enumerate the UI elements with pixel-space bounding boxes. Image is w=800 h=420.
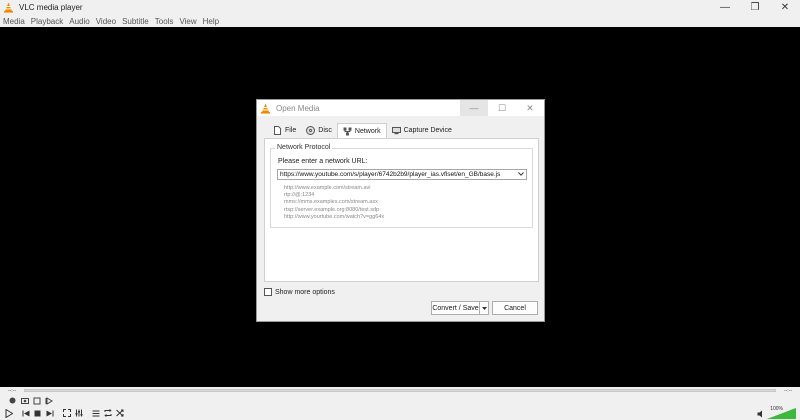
dialog-minimize-button[interactable]: — — [460, 100, 488, 116]
network-tab-panel: Network Protocol Please enter a network … — [264, 138, 539, 282]
window-titlebar: VLC media player — ❐ ✕ — [0, 0, 800, 15]
cancel-button[interactable]: Cancel — [492, 301, 538, 315]
fullscreen-button[interactable] — [61, 408, 72, 419]
show-more-options-label[interactable]: Show more options — [275, 289, 335, 296]
convert-save-button[interactable]: Convert / Save — [431, 301, 489, 315]
tab-network[interactable]: Network — [336, 123, 387, 139]
menu-audio[interactable]: Audio — [69, 17, 89, 26]
stop-button[interactable] — [32, 408, 43, 419]
url-label: Please enter a network URL: — [278, 158, 368, 165]
loop-button[interactable] — [102, 408, 113, 419]
record-icon — [9, 397, 16, 404]
play-icon — [5, 408, 13, 418]
frame-by-frame-button[interactable] — [43, 395, 54, 406]
url-example: http://www.yourtube.com/watch?v=gg64x — [284, 213, 385, 220]
chevron-down-icon[interactable] — [516, 171, 526, 178]
shuffle-icon — [115, 409, 123, 417]
vlc-cone-icon — [3, 2, 14, 13]
camera-icon — [20, 398, 29, 404]
menu-help[interactable]: Help — [203, 17, 219, 26]
menu-video[interactable]: Video — [96, 17, 116, 26]
loop-ab-icon — [33, 397, 40, 404]
elapsed-time: --:-- — [7, 387, 17, 394]
previous-button[interactable] — [20, 408, 31, 419]
tab-file[interactable]: File — [268, 123, 301, 138]
url-examples: http://www.example.com/stream.avi rtp://… — [284, 185, 384, 221]
dialog-close-button[interactable]: ✕ — [516, 100, 544, 116]
maximize-button[interactable]: ❐ — [740, 0, 770, 15]
speaker-icon[interactable] — [757, 410, 766, 420]
previous-icon — [22, 410, 29, 416]
url-example: rtp://@:1234 — [284, 192, 315, 199]
equalizer-icon — [75, 409, 82, 417]
remaining-time[interactable]: --:-- — [776, 388, 800, 394]
file-icon — [274, 126, 281, 135]
network-url-input[interactable]: https://www.youtube.com/s/player/6742b2b… — [277, 169, 527, 180]
snapshot-button[interactable] — [19, 395, 30, 406]
loop-icon — [103, 409, 112, 417]
group-title: Network Protocol — [275, 144, 333, 151]
record-button[interactable] — [7, 395, 18, 406]
window-title: VLC media player — [19, 3, 83, 12]
loop-ab-button[interactable] — [31, 395, 42, 406]
play-button[interactable] — [3, 408, 14, 419]
tab-file-label: File — [285, 127, 297, 134]
minimize-button[interactable]: — — [710, 0, 740, 15]
playlist-icon — [92, 410, 99, 416]
url-example: http://www.example.com/stream.avi — [284, 185, 371, 191]
tab-network-label: Network — [354, 128, 381, 135]
playlist-button[interactable] — [90, 408, 101, 419]
url-example: rtsp://server.example.org:8080/test.sdp — [284, 206, 380, 213]
tab-capture-device[interactable]: Capture Device — [387, 123, 457, 138]
stop-icon — [34, 410, 41, 416]
playback-controls — [0, 406, 800, 420]
tab-disc-label: Disc — [318, 127, 332, 134]
fullscreen-icon — [62, 409, 71, 417]
tab-capture-device-label: Capture Device — [403, 127, 452, 134]
next-icon — [46, 410, 53, 416]
next-button[interactable] — [44, 408, 55, 419]
dialog-maximize-button[interactable]: ☐ — [488, 100, 516, 116]
capture-device-icon — [391, 127, 401, 135]
tab-bar: File Disc Network Capture Device — [268, 123, 457, 139]
dialog-title: Open Media — [276, 103, 320, 113]
convert-dropdown-arrow-icon[interactable] — [479, 302, 488, 314]
extended-settings-button[interactable] — [73, 408, 84, 419]
seek-slider[interactable] — [24, 389, 776, 392]
close-button[interactable]: ✕ — [770, 0, 800, 15]
menu-subtitle[interactable]: Subtitle — [122, 17, 149, 26]
show-more-options-row[interactable]: Show more options — [264, 288, 335, 296]
show-more-options-checkbox[interactable] — [264, 288, 272, 296]
menu-view[interactable]: View — [179, 17, 196, 26]
menu-playback[interactable]: Playback — [31, 17, 63, 26]
menu-bar: Media Playback Audio Video Subtitle Tool… — [0, 15, 800, 27]
volume-percent: 100% — [770, 406, 783, 412]
frame-step-icon — [45, 396, 53, 405]
tab-disc[interactable]: Disc — [301, 123, 337, 138]
open-media-dialog: Open Media — ☐ ✕ File Disc Network Captu… — [256, 99, 545, 322]
vlc-cone-icon — [260, 103, 271, 114]
network-url-value[interactable]: https://www.youtube.com/s/player/6742b2b… — [278, 171, 516, 178]
advanced-controls — [0, 395, 55, 406]
network-icon — [343, 127, 352, 136]
network-protocol-group: Network Protocol Please enter a network … — [270, 144, 533, 228]
dialog-titlebar: Open Media — ☐ ✕ — [257, 100, 544, 116]
url-example: mms://mms.examples.com/stream.asx — [284, 199, 378, 206]
menu-tools[interactable]: Tools — [155, 17, 174, 26]
convert-save-label[interactable]: Convert / Save — [432, 302, 479, 314]
menu-media[interactable]: Media — [3, 17, 25, 26]
seek-bar-row: --:-- --:-- — [0, 387, 800, 394]
disc-icon — [306, 126, 316, 135]
shuffle-button[interactable] — [114, 408, 125, 419]
volume-control[interactable]: 100% — [757, 406, 797, 420]
